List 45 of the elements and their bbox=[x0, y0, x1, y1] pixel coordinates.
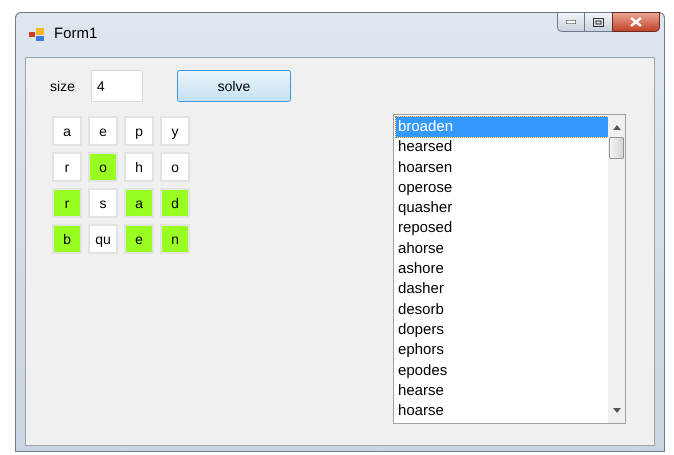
letter-tile: s bbox=[88, 188, 118, 218]
scroll-up-icon bbox=[612, 125, 620, 130]
letter-tile: qu bbox=[88, 224, 118, 254]
size-label: size bbox=[50, 76, 75, 96]
letter-tile: e bbox=[124, 224, 154, 254]
solve-button[interactable]: solve bbox=[176, 70, 291, 102]
app-icon bbox=[28, 26, 46, 42]
list-item[interactable]: ephors bbox=[396, 340, 608, 361]
list-item[interactable]: ashore bbox=[396, 259, 608, 280]
letter-tile: p bbox=[124, 116, 154, 146]
list-item[interactable]: desorb bbox=[396, 300, 608, 320]
close-icon bbox=[630, 17, 642, 27]
letter-tile: h bbox=[124, 152, 154, 182]
list-item[interactable]: hearse bbox=[396, 380, 608, 402]
scroll-thumb[interactable] bbox=[609, 137, 624, 159]
maximize-icon bbox=[593, 18, 604, 26]
list-item[interactable]: quasher bbox=[396, 198, 608, 218]
letter-tile: r bbox=[52, 152, 82, 182]
letter-tile: b bbox=[52, 224, 82, 254]
letter-tile: d bbox=[160, 188, 190, 218]
letter-tile: o bbox=[88, 152, 118, 182]
list-item[interactable]: hoarsen bbox=[396, 158, 608, 178]
maximize-button[interactable] bbox=[585, 12, 612, 32]
list-item[interactable]: ahorse bbox=[396, 238, 608, 260]
size-field[interactable]: 4 bbox=[90, 70, 143, 102]
list-item[interactable]: dopers bbox=[396, 320, 608, 340]
list-item[interactable]: operose bbox=[396, 178, 608, 198]
list-item[interactable]: reposed bbox=[396, 218, 608, 239]
letter-tile: o bbox=[160, 152, 190, 182]
close-button[interactable] bbox=[612, 12, 660, 32]
window-title: Form1 bbox=[54, 24, 98, 44]
list-item[interactable]: epodes bbox=[396, 360, 608, 381]
scroll-down-icon bbox=[612, 408, 620, 413]
letter-tile: r bbox=[52, 188, 82, 218]
letter-tile: e bbox=[88, 116, 118, 146]
list-item[interactable]: dasher bbox=[396, 279, 608, 300]
letter-tile: y bbox=[160, 116, 190, 146]
minimize-icon bbox=[566, 20, 576, 24]
list-item[interactable]: hearsed bbox=[396, 137, 608, 158]
letter-tile: n bbox=[160, 224, 190, 254]
minimize-button[interactable] bbox=[557, 12, 585, 32]
scrollbar[interactable] bbox=[608, 115, 625, 423]
letter-tile: a bbox=[52, 116, 82, 146]
list-item[interactable]: hoarse bbox=[396, 401, 608, 422]
letter-tile: a bbox=[124, 188, 154, 218]
